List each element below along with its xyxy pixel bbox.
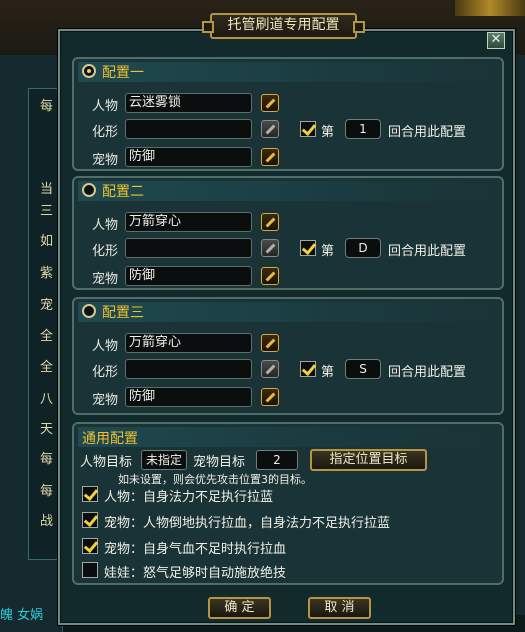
dialog-title: 托管刷道专用配置 [202,13,365,39]
pet-label: 宠物 [92,272,119,287]
config-title: 配置二 [102,184,144,200]
config-section-1: 配置一 人物 云迷雾锁 化形 宠物 防御 第 1 回合用此配置 [72,57,504,171]
pet-skill-field[interactable]: 防御 [125,387,252,407]
person-edit-pencil-icon[interactable] [261,213,279,231]
background-side-char: 每 [40,484,54,499]
transform-edit-pencil-icon [261,120,279,138]
person-label: 人物 [92,99,119,114]
person-target-field[interactable]: 未指定 [141,450,187,470]
pet-skill-field[interactable]: 防御 [125,147,252,167]
person-skill-field[interactable]: 云迷雾锁 [125,93,252,113]
background-side-char: 天 [40,422,54,437]
pet-edit-pencil-icon[interactable] [261,148,279,166]
round-number-field[interactable]: S [345,359,381,379]
round-suffix: 回合用此配置 [388,125,467,140]
transform-skill-field[interactable] [125,359,252,379]
config-radio[interactable] [82,304,96,318]
background-side-char: 宠 [40,298,54,313]
general-option-label: 宠物：人物倒地执行拉血，自身法力不足执行拉蓝 [104,516,391,531]
config-title: 配置一 [102,65,144,81]
person-skill-field[interactable]: 万箭穿心 [125,333,252,353]
cancel-button[interactable]: 取 消 [308,597,371,619]
pet-label: 宠物 [92,153,119,168]
background-side-char: 全 [40,329,54,344]
transform-edit-pencil-icon [261,360,279,378]
general-option-label: 人物：自身法力不足执行拉蓝 [104,490,274,505]
person-label: 人物 [92,218,119,233]
round-number-field[interactable]: 1 [345,119,381,139]
background-side-char: 八 [40,392,54,407]
background-bottom-text: 魄 女娲 [0,608,44,623]
round-checkbox[interactable] [300,361,316,377]
general-option-checkbox[interactable] [82,486,98,502]
background-side-char: 如 [40,234,54,249]
config-radio[interactable] [82,183,96,197]
pet-label: 宠物 [92,393,119,408]
round-checkbox[interactable] [300,240,316,256]
round-checkbox[interactable] [300,121,316,137]
general-option-checkbox[interactable] [82,562,98,578]
general-option-checkbox[interactable] [82,538,98,554]
pet-edit-pencil-icon[interactable] [261,388,279,406]
background-side-char: 战 [40,514,54,529]
person-label: 人物 [92,339,119,354]
pet-edit-pencil-icon[interactable] [261,267,279,285]
pet-target-field[interactable]: 2 [256,450,298,470]
transform-skill-field[interactable] [125,238,252,258]
transform-label: 化形 [92,125,119,140]
person-target-label: 人物目标 [80,455,133,470]
round-prefix: 第 [321,365,335,380]
target-hint: 如未设置，则会优先攻击位置3的目标。 [118,473,312,486]
round-number-field[interactable]: D [345,238,381,258]
round-prefix: 第 [321,244,335,259]
background-side-char: 三 [40,204,54,219]
transform-skill-field[interactable] [125,119,252,139]
background-side-char: 全 [40,360,54,375]
pet-target-label: 宠物目标 [193,455,246,470]
general-config-section: 通用配置 人物目标 未指定 宠物目标 2 指定位置目标 如未设置，则会优先攻击位… [72,422,504,585]
round-suffix: 回合用此配置 [388,244,467,259]
background-side-char: 每 [40,452,54,467]
transform-label: 化形 [92,365,119,380]
general-option-label: 宠物：自身气血不足时执行拉血 [104,542,287,557]
round-suffix: 回合用此配置 [388,365,467,380]
background-side-char: 每 [40,99,54,114]
config-title: 配置三 [102,305,144,321]
round-prefix: 第 [321,125,335,140]
background-side-char: 紫 [40,266,54,281]
close-button[interactable]: ✕ [487,32,505,49]
gold-ornament [455,0,525,16]
general-config-title: 通用配置 [82,431,138,447]
config-section-2: 配置二 人物 万箭穿心 化形 宠物 防御 第 D 回合用此配置 [72,176,504,290]
transform-label: 化形 [92,244,119,259]
person-edit-pencil-icon[interactable] [261,334,279,352]
person-edit-pencil-icon[interactable] [261,94,279,112]
config-section-3: 配置三 人物 万箭穿心 化形 宠物 防御 第 S 回合用此配置 [72,297,504,415]
background-side-char: 当 [40,182,54,197]
assign-target-button[interactable]: 指定位置目标 [310,449,427,471]
general-option-checkbox[interactable] [82,512,98,528]
confirm-button[interactable]: 确 定 [208,597,271,619]
general-option-label: 娃娃：怒气足够时自动施放绝技 [104,566,287,581]
person-skill-field[interactable]: 万箭穿心 [125,212,252,232]
config-radio[interactable] [82,64,96,78]
pet-skill-field[interactable]: 防御 [125,266,252,286]
transform-edit-pencil-icon [261,239,279,257]
